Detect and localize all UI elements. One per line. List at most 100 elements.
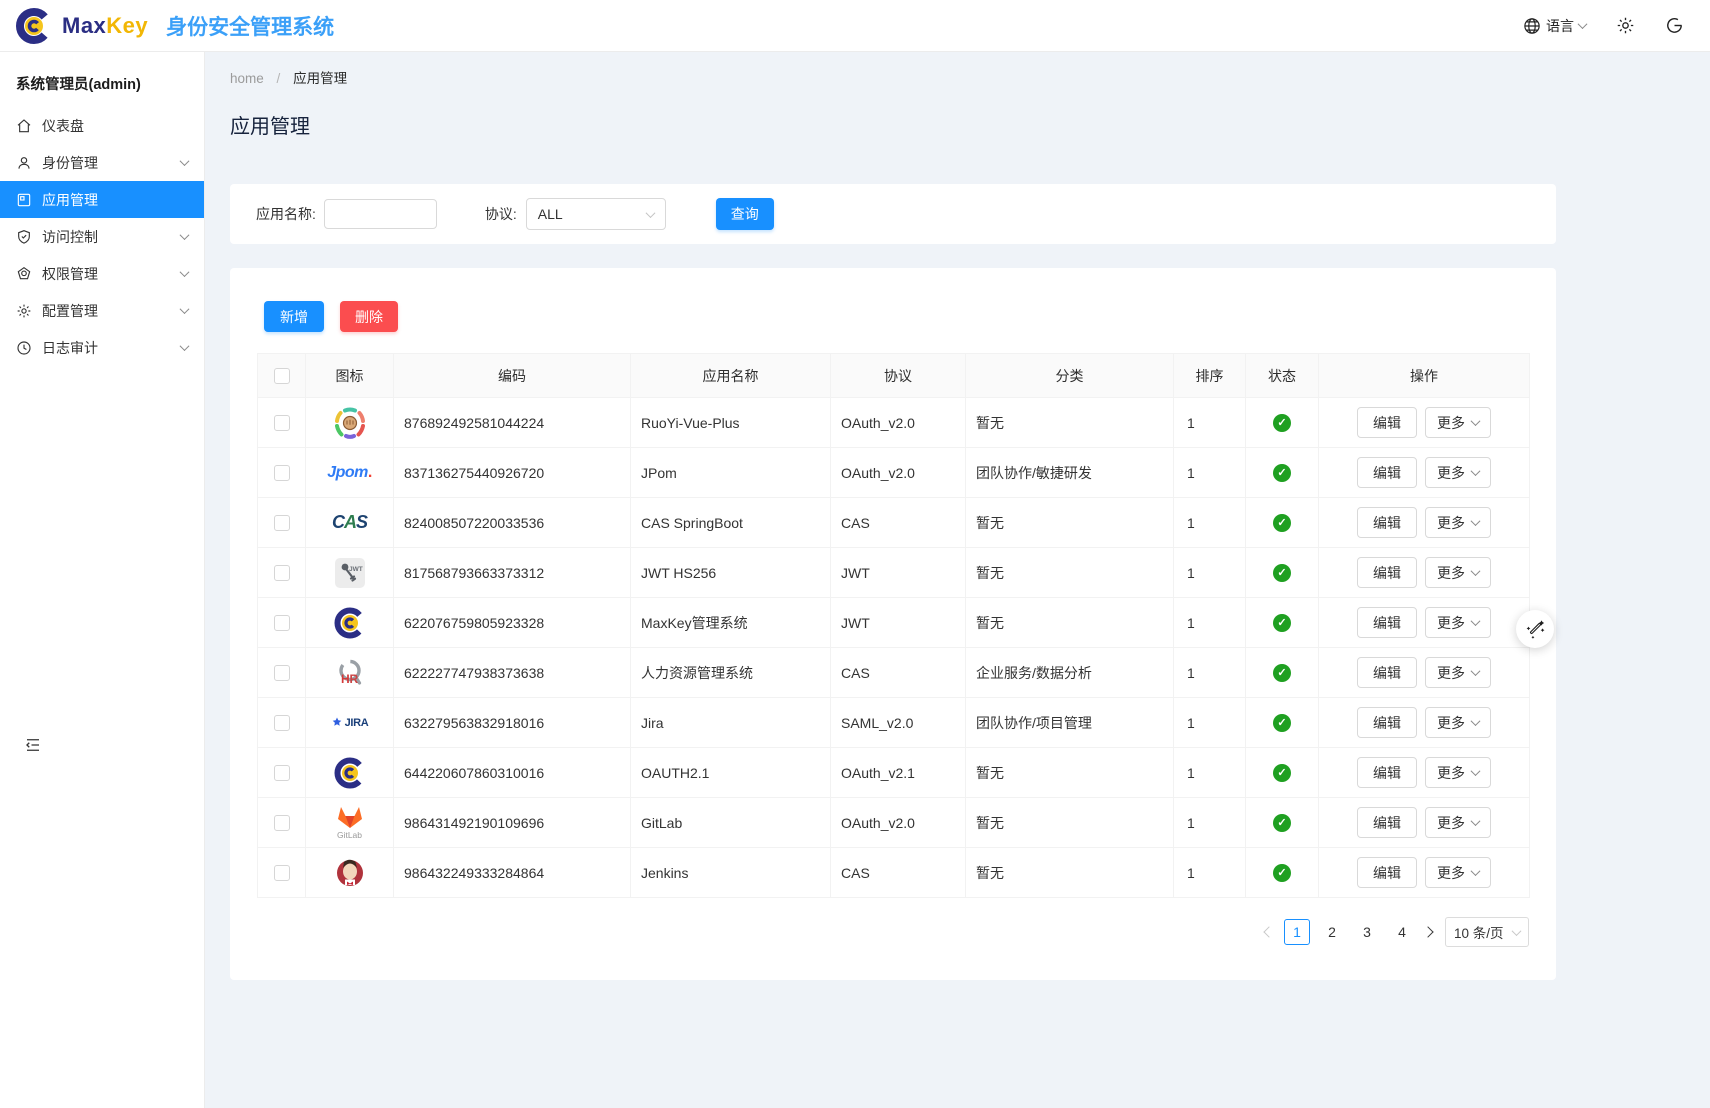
row-checkbox[interactable] [274,465,290,481]
sidebar-item-applications[interactable]: 应用管理 [0,181,204,218]
edit-button[interactable]: 编辑 [1357,857,1417,888]
header-actions: 操作 [1319,354,1530,398]
sidebar-item-audit-log[interactable]: 日志审计 [0,329,204,366]
chevron-down-icon [1471,866,1481,876]
header-code: 编码 [394,354,631,398]
edit-button[interactable]: 编辑 [1357,457,1417,488]
more-button[interactable]: 更多 [1425,707,1491,738]
app-sort-order: 1 [1187,815,1195,831]
sidebar-item-access-control[interactable]: 访问控制 [0,218,204,255]
row-checkbox[interactable] [274,765,290,781]
more-button[interactable]: 更多 [1425,857,1491,888]
page-button-3[interactable]: 3 [1354,919,1380,945]
more-button[interactable]: 更多 [1425,507,1491,538]
app-sort-order: 1 [1187,865,1195,881]
page-size-select[interactable]: 10 条/页 [1445,917,1529,947]
app-icon-ruoyi [320,400,380,446]
app-protocol: CAS [841,665,870,681]
collapse-sidebar-icon[interactable] [24,736,42,759]
breadcrumb-home[interactable]: home [230,71,264,86]
page-button-2[interactable]: 2 [1319,919,1345,945]
row-checkbox[interactable] [274,615,290,631]
more-button[interactable]: 更多 [1425,457,1491,488]
app-icon-jpom: Jpom. [320,450,380,496]
page-button-4[interactable]: 4 [1389,919,1415,945]
edit-button[interactable]: 编辑 [1357,707,1417,738]
chevron-down-icon [1471,516,1481,526]
header-icon: 图标 [306,354,394,398]
sidebar-item-dashboard[interactable]: 仪表盘 [0,107,204,144]
page-button-1[interactable]: 1 [1284,919,1310,945]
row-checkbox[interactable] [274,565,290,581]
row-checkbox[interactable] [274,715,290,731]
chevron-down-icon [180,267,190,277]
chevron-down-icon [1471,716,1481,726]
row-checkbox[interactable] [274,415,290,431]
app-icon-jira: JIRA [320,700,380,746]
app-protocol: OAuth_v2.0 [841,415,915,431]
prev-page-button[interactable] [1265,928,1275,936]
app-code: 622227747938373638 [404,665,544,681]
protocol-select[interactable]: ALL [526,198,666,230]
edit-button[interactable]: 编辑 [1357,507,1417,538]
search-button[interactable]: 查询 [716,198,774,230]
app-icon-hr: H R [320,650,380,696]
status-active-icon [1273,864,1291,882]
header-category: 分类 [966,354,1174,398]
select-all-checkbox[interactable] [274,368,290,384]
edit-button[interactable]: 编辑 [1357,557,1417,588]
clock-icon [16,340,32,356]
chevron-down-icon [180,230,190,240]
row-checkbox[interactable] [274,815,290,831]
chevron-down-icon [180,341,190,351]
protocol-label: 协议: [485,204,517,224]
app-sort-order: 1 [1187,665,1195,681]
row-checkbox[interactable] [274,665,290,681]
app-category: 暂无 [976,615,1004,631]
add-button[interactable]: 新增 [264,301,324,332]
app-sort-order: 1 [1187,465,1195,481]
logout-button[interactable] [1665,16,1684,35]
magic-wand-button[interactable] [1516,610,1554,648]
delete-button[interactable]: 删除 [340,301,398,332]
edit-button[interactable]: 编辑 [1357,807,1417,838]
app-sort-order: 1 [1187,415,1195,431]
table-row: 986432249333284864 Jenkins CAS 暂无 1 编辑 更… [258,848,1530,898]
chevron-down-icon [1512,926,1522,936]
app-protocol: JWT [841,565,870,581]
more-button[interactable]: 更多 [1425,657,1491,688]
sidebar-item-configuration[interactable]: 配置管理 [0,292,204,329]
app-name-input[interactable] [324,199,437,229]
filter-panel: 应用名称: 协议: ALL 查询 [230,184,1556,244]
app-name: Jira [641,715,664,731]
row-checkbox[interactable] [274,865,290,881]
chevron-down-icon [1471,616,1481,626]
settings-button[interactable] [1616,16,1635,35]
next-page-button[interactable] [1424,928,1432,936]
more-button[interactable]: 更多 [1425,557,1491,588]
status-active-icon [1273,764,1291,782]
edit-button[interactable]: 编辑 [1357,407,1417,438]
chevron-down-icon [645,208,655,218]
table-header-row: 图标 编码 应用名称 协议 分类 排序 状态 操作 [258,354,1530,398]
more-button[interactable]: 更多 [1425,607,1491,638]
language-switcher[interactable]: 语言 [1523,16,1586,36]
more-button[interactable]: 更多 [1425,757,1491,788]
sidebar-item-identity[interactable]: 身份管理 [0,144,204,181]
more-button[interactable]: 更多 [1425,407,1491,438]
status-active-icon [1273,814,1291,832]
edit-button[interactable]: 编辑 [1357,657,1417,688]
app-protocol: SAML_v2.0 [841,715,913,731]
gear-icon [1616,16,1635,35]
app-protocol: OAuth_v2.0 [841,815,915,831]
table-row: Jpom. 837136275440926720 JPom OAuth_v2.0… [258,448,1530,498]
row-checkbox[interactable] [274,515,290,531]
sidebar-item-permissions[interactable]: 权限管理 [0,255,204,292]
status-active-icon [1273,514,1291,532]
edit-button[interactable]: 编辑 [1357,607,1417,638]
maxkey-logo-icon [14,6,54,46]
chevron-left-icon [1263,926,1274,937]
app-category: 暂无 [976,565,1004,581]
edit-button[interactable]: 编辑 [1357,757,1417,788]
more-button[interactable]: 更多 [1425,807,1491,838]
